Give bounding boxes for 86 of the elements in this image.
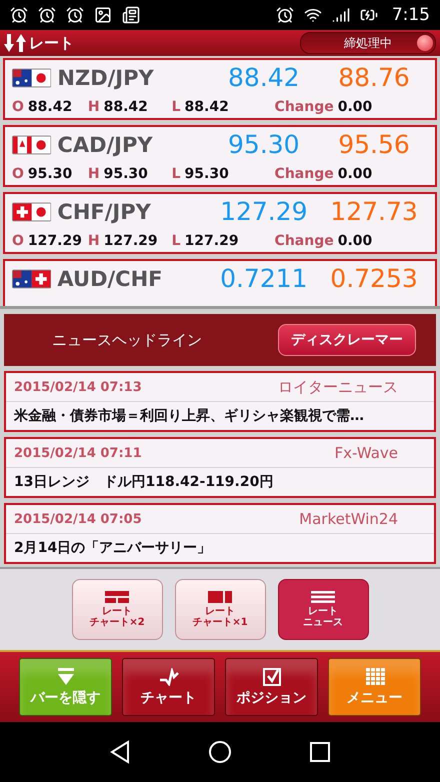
news-item[interactable]: 2015/02/14 07:11 Fx-Wave 13日レンジ ドル円118.42-119.20円 bbox=[4, 437, 436, 498]
back-icon[interactable] bbox=[108, 740, 131, 764]
high-label: H bbox=[88, 233, 100, 249]
news-source: ロイターニュース bbox=[278, 378, 398, 396]
bid-price: 0.7211 bbox=[219, 264, 309, 293]
status-lamp-icon bbox=[417, 35, 433, 51]
high-label: H bbox=[88, 99, 100, 115]
news-time: 2015/02/14 07:11 bbox=[14, 446, 143, 460]
rate-card[interactable]: NZD/JPY 88.42 88.76 O 88.42 H 88.42 L 88.42 Change 0.00 bbox=[3, 58, 437, 120]
bid-price: 88.42 bbox=[227, 63, 301, 92]
low-value: 127.29 bbox=[184, 233, 240, 249]
alarm-icon bbox=[276, 6, 294, 24]
pair-name: CHF/JPY bbox=[57, 200, 152, 224]
alarm-icon bbox=[10, 6, 28, 24]
news-headline: 米金融・債券市場＝利回り上昇、ギリシャ楽観視で需… bbox=[12, 406, 365, 426]
wifi-icon bbox=[304, 6, 322, 24]
checkbox-icon bbox=[262, 668, 282, 686]
split-layout-icon bbox=[208, 591, 232, 603]
hide-arrow-icon bbox=[56, 668, 76, 686]
recents-icon[interactable] bbox=[309, 741, 332, 763]
open-value: 95.30 bbox=[28, 166, 74, 182]
news-time: 2015/02/14 07:05 bbox=[14, 512, 143, 526]
layout-tab[interactable]: レート チャート×1 bbox=[174, 579, 266, 640]
news-source: MarketWin24 bbox=[299, 510, 398, 528]
flag-icon bbox=[12, 268, 52, 288]
rate-card[interactable]: CAD/JPY 95.30 95.56 O 95.30 H 95.30 L 95.30 Change 0.00 bbox=[3, 125, 437, 187]
low-label: L bbox=[172, 166, 181, 182]
clock-time: 7:15 bbox=[392, 5, 430, 25]
low-label: L bbox=[172, 99, 181, 115]
image-icon bbox=[94, 6, 112, 24]
list-icon bbox=[311, 591, 335, 603]
open-label: O bbox=[12, 233, 24, 249]
low-label: L bbox=[172, 233, 181, 249]
news-item[interactable]: 2015/02/14 07:05 MarketWin24 2月14日の「アニバーサリー」 bbox=[4, 503, 436, 564]
news-headline: 2月14日の「アニバーサリー」 bbox=[13, 539, 212, 558]
low-value: 88.42 bbox=[184, 99, 230, 115]
high-value: 95.30 bbox=[104, 166, 149, 182]
pair-name: AUD/CHF bbox=[57, 266, 164, 290]
high-label: H bbox=[88, 166, 100, 182]
signal-icon bbox=[332, 6, 350, 24]
grid-icon bbox=[364, 668, 384, 686]
change-value: 0.00 bbox=[338, 99, 374, 115]
split-layout-icon bbox=[105, 591, 129, 603]
open-label: O bbox=[12, 166, 24, 182]
pair-name: NZD/JPY bbox=[57, 66, 155, 90]
home-icon[interactable] bbox=[208, 740, 232, 764]
flag-icon bbox=[12, 68, 52, 88]
low-value: 95.30 bbox=[184, 166, 230, 182]
status-text: 締処理中 bbox=[344, 34, 392, 52]
ask-price: 0.7253 bbox=[329, 264, 419, 293]
news-item[interactable]: 2015/02/14 07:13 ロイターニュース 米金融・債券市場＝利回り上昇、ギリシャ楽観視で需… bbox=[4, 371, 436, 432]
change-value: 0.00 bbox=[338, 166, 374, 182]
open-label: O bbox=[12, 99, 24, 115]
ask-price: 127.73 bbox=[329, 197, 419, 226]
sort-arrows-icon[interactable] bbox=[4, 34, 26, 52]
ask-price: 95.56 bbox=[337, 130, 411, 159]
news-source: Fx-Wave bbox=[334, 444, 398, 462]
rate-card[interactable]: CHF/JPY 127.29 127.73 O 127.29 H 127.29 L 127.29 Change 0.00 bbox=[3, 192, 437, 254]
layout-tab[interactable]: レート ニュース bbox=[278, 579, 368, 640]
news-time: 2015/02/14 07:13 bbox=[14, 380, 143, 394]
news-headline: 13日レンジ ドル円118.42-119.20円 bbox=[13, 473, 274, 492]
bid-price: 127.29 bbox=[219, 197, 309, 226]
change-value: 0.00 bbox=[338, 233, 374, 249]
high-value: 127.29 bbox=[104, 233, 159, 249]
pair-name: CAD/JPY bbox=[57, 132, 154, 156]
change-label: Change bbox=[274, 233, 334, 249]
chart-line-icon bbox=[158, 668, 178, 686]
change-label: Change bbox=[274, 99, 334, 115]
ask-price: 88.76 bbox=[337, 63, 411, 92]
layout-tab[interactable]: レート チャート×2 bbox=[72, 579, 162, 640]
rate-card[interactable]: AUD/CHF 0.7211 0.7253 bbox=[3, 259, 437, 306]
toolbar-button[interactable]: ポジション bbox=[225, 658, 318, 716]
open-value: 88.42 bbox=[28, 99, 74, 115]
open-value: 127.29 bbox=[28, 233, 83, 249]
disclaimer-button[interactable]: ディスクレーマー bbox=[278, 324, 416, 356]
flag-icon bbox=[12, 134, 52, 154]
bid-price: 95.30 bbox=[227, 130, 301, 159]
newspaper-icon bbox=[122, 6, 140, 24]
toolbar-button[interactable]: チャート bbox=[122, 658, 215, 716]
flag-icon bbox=[12, 202, 52, 222]
high-value: 88.42 bbox=[104, 99, 149, 115]
change-label: Change bbox=[274, 166, 334, 182]
alarm-icon bbox=[66, 6, 84, 24]
news-title: ニュースヘッドライン bbox=[52, 330, 202, 350]
header-title: レート bbox=[29, 34, 74, 52]
alarm-icon bbox=[38, 6, 56, 24]
